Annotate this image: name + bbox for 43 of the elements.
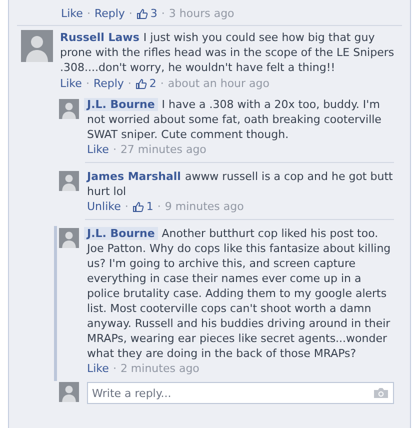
separator: · bbox=[112, 361, 116, 376]
like-count[interactable]: 1 bbox=[132, 199, 154, 214]
action-link[interactable]: Reply bbox=[93, 76, 124, 91]
camera-icon[interactable] bbox=[373, 387, 389, 399]
author-link[interactable]: J.L. Bourne bbox=[84, 98, 158, 111]
timestamp: 3 hours ago bbox=[168, 6, 234, 21]
thumbs-up-icon bbox=[136, 8, 148, 20]
avatar bbox=[59, 228, 79, 248]
avatar bbox=[59, 382, 79, 402]
separator: · bbox=[86, 76, 90, 91]
separator: · bbox=[128, 6, 132, 21]
separator: · bbox=[157, 199, 161, 214]
avatar bbox=[59, 171, 79, 191]
comment-text: J.L. Bourne Another butthurt cop liked his post too. Joe Patton. Why do cops like this fantasize about killing us? I'm going to archive this, and screen capture everything in case their names ever come up in a police brutality case. Adding them to my google alerts list. Most cooterville cops can't shoot worth a damn anyway. Russell and his buddies driving around in their MRAPs, wearing ear pieces like secret agents...wonder what they are doing in the back of those MRAPs? bbox=[87, 226, 394, 361]
comment-text: J.L. Bourne I have a .308 with a 20x too, buddy. I'm not worried about some fat, oath breaking cooterville SWAT sniper. Cute comment though. bbox=[87, 97, 394, 142]
timestamp: 2 minutes ago bbox=[120, 361, 200, 376]
author-link[interactable]: Russell Laws bbox=[60, 31, 140, 44]
like-count[interactable]: 3 bbox=[136, 6, 158, 21]
action-link[interactable]: Like bbox=[87, 361, 109, 376]
timestamp: 27 minutes ago bbox=[120, 142, 206, 157]
reply-field[interactable]: Write a reply... bbox=[87, 382, 394, 404]
comment-text: James Marshall awww russell is a cop and he got butt hurt lol bbox=[87, 169, 394, 199]
action-link[interactable]: Like bbox=[60, 76, 82, 91]
author-link[interactable]: James Marshall bbox=[87, 170, 181, 183]
thumbs-up-icon bbox=[132, 200, 144, 212]
separator: · bbox=[124, 199, 128, 214]
separator: · bbox=[86, 6, 90, 21]
avatar bbox=[59, 99, 79, 119]
thumbs-up-icon bbox=[135, 78, 148, 90]
timestamp: about an hour ago bbox=[168, 76, 270, 91]
separator: · bbox=[160, 76, 164, 91]
action-link[interactable]: Like bbox=[61, 6, 83, 21]
action-link[interactable]: Unlike bbox=[87, 199, 121, 214]
timestamp: 9 minutes ago bbox=[164, 199, 244, 214]
action-link[interactable]: Like bbox=[87, 142, 109, 157]
separator: · bbox=[161, 6, 165, 21]
separator: · bbox=[112, 142, 116, 157]
action-link[interactable]: Reply bbox=[94, 6, 125, 21]
avatar bbox=[21, 30, 53, 62]
comment-text: Russell Laws I just wish you could see how big that guy prone with the rifles head was in the scope of the LE Snipers .308....don't worry, he wouldn't have felt a thing!! bbox=[60, 30, 396, 75]
separator: · bbox=[128, 76, 132, 91]
author-link[interactable]: J.L. Bourne bbox=[84, 227, 158, 240]
like-count[interactable]: 2 bbox=[135, 76, 156, 91]
